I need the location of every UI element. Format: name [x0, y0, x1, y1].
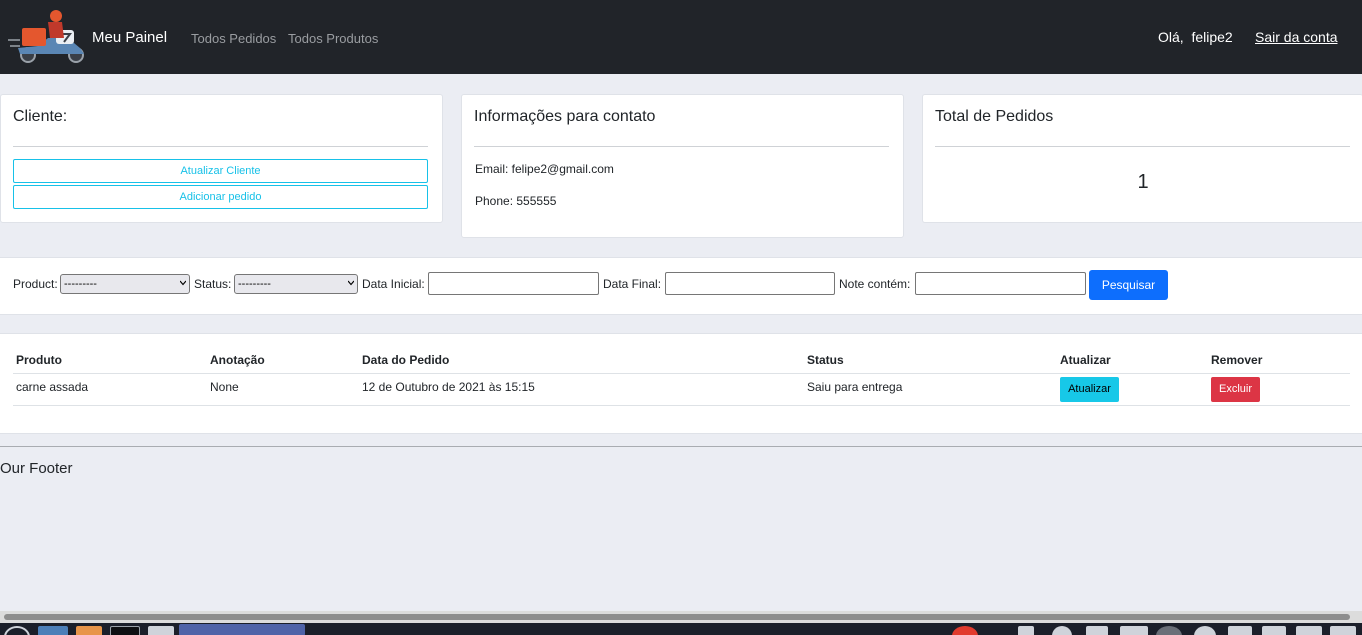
- horizontal-scrollbar[interactable]: [0, 611, 1362, 623]
- delivery-scooter-icon[interactable]: [8, 8, 92, 64]
- total-orders-title: Total de Pedidos: [935, 108, 1054, 125]
- cell-product: carne assada: [16, 380, 89, 394]
- order-filter-form: Product: --------- Status: --------- Dat…: [0, 257, 1362, 315]
- product-select-value: ---------: [64, 278, 97, 290]
- active-window-button[interactable]: [179, 624, 305, 635]
- product-select[interactable]: ---------: [60, 274, 190, 294]
- total-orders-card: Total de Pedidos 1: [922, 94, 1362, 223]
- status-filter-label: Status:: [194, 277, 232, 291]
- column-header-update: Atualizar: [1060, 353, 1111, 367]
- divider: [13, 146, 428, 147]
- user-greeting: Olá, felipe2: [1158, 29, 1233, 45]
- app-launcher-icon[interactable]: [76, 626, 102, 635]
- end-date-label: Data Final:: [603, 277, 662, 291]
- chevron-down-icon: [180, 280, 186, 286]
- start-date-input[interactable]: [428, 272, 599, 295]
- logout-link[interactable]: Sair da conta: [1251, 29, 1342, 45]
- tray-app-icon[interactable]: [952, 626, 978, 635]
- delete-order-button[interactable]: Excluir: [1211, 377, 1260, 402]
- column-header-note: Anotação: [210, 353, 265, 367]
- orders-table: Produto Anotação Data do Pedido Status A…: [0, 333, 1362, 434]
- tray-clipboard-icon[interactable]: [1086, 626, 1108, 635]
- search-button[interactable]: Pesquisar: [1089, 270, 1168, 300]
- customer-card-title: Cliente:: [13, 108, 68, 125]
- status-select[interactable]: ---------: [234, 274, 358, 294]
- contact-email: Email: felipe2@gmail.com: [475, 162, 614, 176]
- os-taskbar: [0, 623, 1362, 635]
- note-contains-label: Note contém:: [839, 277, 911, 291]
- note-contains-input[interactable]: [915, 272, 1086, 295]
- column-header-status: Status: [807, 353, 844, 367]
- add-order-button[interactable]: Adicionar pedido: [13, 185, 428, 209]
- column-header-order-date: Data do Pedido: [362, 353, 450, 367]
- divider: [474, 146, 889, 147]
- scrollbar-thumb[interactable]: [4, 614, 1350, 620]
- cell-order-date: 12 de Outubro de 2021 às 15:15: [362, 380, 535, 394]
- divider: [935, 146, 1350, 147]
- cell-status: Saiu para entrega: [807, 380, 903, 394]
- contact-phone: Phone: 555555: [475, 194, 557, 208]
- footer-text: Our Footer: [0, 460, 73, 477]
- footer-divider: [0, 446, 1362, 447]
- top-navbar: Meu Painel Todos Pedidos Todos Produtos …: [0, 0, 1362, 74]
- terminal-icon[interactable]: [110, 626, 140, 635]
- tray-update-icon[interactable]: [1156, 626, 1182, 635]
- nav-link-all-orders[interactable]: Todos Pedidos: [191, 31, 276, 46]
- contact-card: Informações para contato Email: felipe2@…: [461, 94, 904, 238]
- row-divider: [13, 405, 1350, 406]
- contact-card-title: Informações para contato: [474, 108, 656, 125]
- cell-note: None: [210, 380, 239, 394]
- chevron-down-icon: [348, 280, 354, 286]
- column-header-remove: Remover: [1211, 353, 1263, 367]
- tray-keyboard-icon[interactable]: [1296, 626, 1322, 635]
- tray-notifications-icon[interactable]: [1330, 626, 1356, 635]
- header-divider: [13, 373, 1350, 374]
- tray-battery-icon[interactable]: [1262, 626, 1286, 635]
- start-date-label: Data Inicial:: [362, 277, 425, 291]
- status-select-value: ---------: [238, 278, 271, 290]
- column-header-product: Produto: [16, 353, 62, 367]
- end-date-input[interactable]: [665, 272, 835, 295]
- nav-link-all-products[interactable]: Todos Produtos: [288, 31, 378, 46]
- start-menu-icon[interactable]: [4, 626, 30, 635]
- files-app-icon[interactable]: [38, 626, 68, 635]
- brand-title[interactable]: Meu Painel: [92, 29, 167, 46]
- product-filter-label: Product:: [13, 277, 58, 291]
- customer-card: Cliente: Atualizar Cliente Adicionar ped…: [0, 94, 443, 223]
- tray-volume-icon[interactable]: [1228, 626, 1252, 635]
- tray-clock-icon[interactable]: [1194, 626, 1216, 635]
- tray-settings-icon[interactable]: [1052, 626, 1072, 635]
- update-order-button[interactable]: Atualizar: [1060, 377, 1119, 402]
- update-customer-button[interactable]: Atualizar Cliente: [13, 159, 428, 183]
- tray-wifi-icon[interactable]: [1120, 626, 1148, 635]
- tray-network-icon[interactable]: [1018, 626, 1034, 635]
- total-orders-count: 1: [1137, 171, 1149, 193]
- folder-icon[interactable]: [148, 626, 174, 635]
